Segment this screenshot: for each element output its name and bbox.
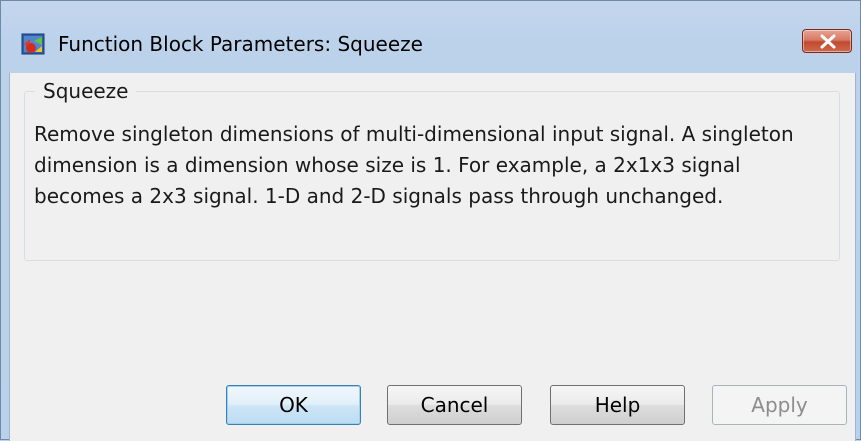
close-icon (820, 34, 836, 49)
dialog-window: Function Block Parameters: Squeeze Squee… (0, 0, 861, 441)
dialog-content: Squeeze Remove singleton dimensions of m… (9, 73, 856, 441)
close-button[interactable] (802, 29, 852, 53)
block-description: Remove singleton dimensions of multi-dim… (34, 122, 794, 208)
group-title: Squeeze (35, 78, 137, 104)
title-bar[interactable]: Function Block Parameters: Squeeze (1, 1, 860, 79)
cancel-button[interactable]: Cancel (387, 385, 522, 425)
simulink-block-icon (21, 31, 47, 57)
window-title: Function Block Parameters: Squeeze (58, 32, 423, 56)
ok-button[interactable]: OK (226, 385, 361, 425)
apply-button[interactable]: Apply (712, 385, 847, 425)
block-description-group: Squeeze Remove singleton dimensions of m… (24, 78, 840, 261)
help-button[interactable]: Help (550, 385, 685, 425)
